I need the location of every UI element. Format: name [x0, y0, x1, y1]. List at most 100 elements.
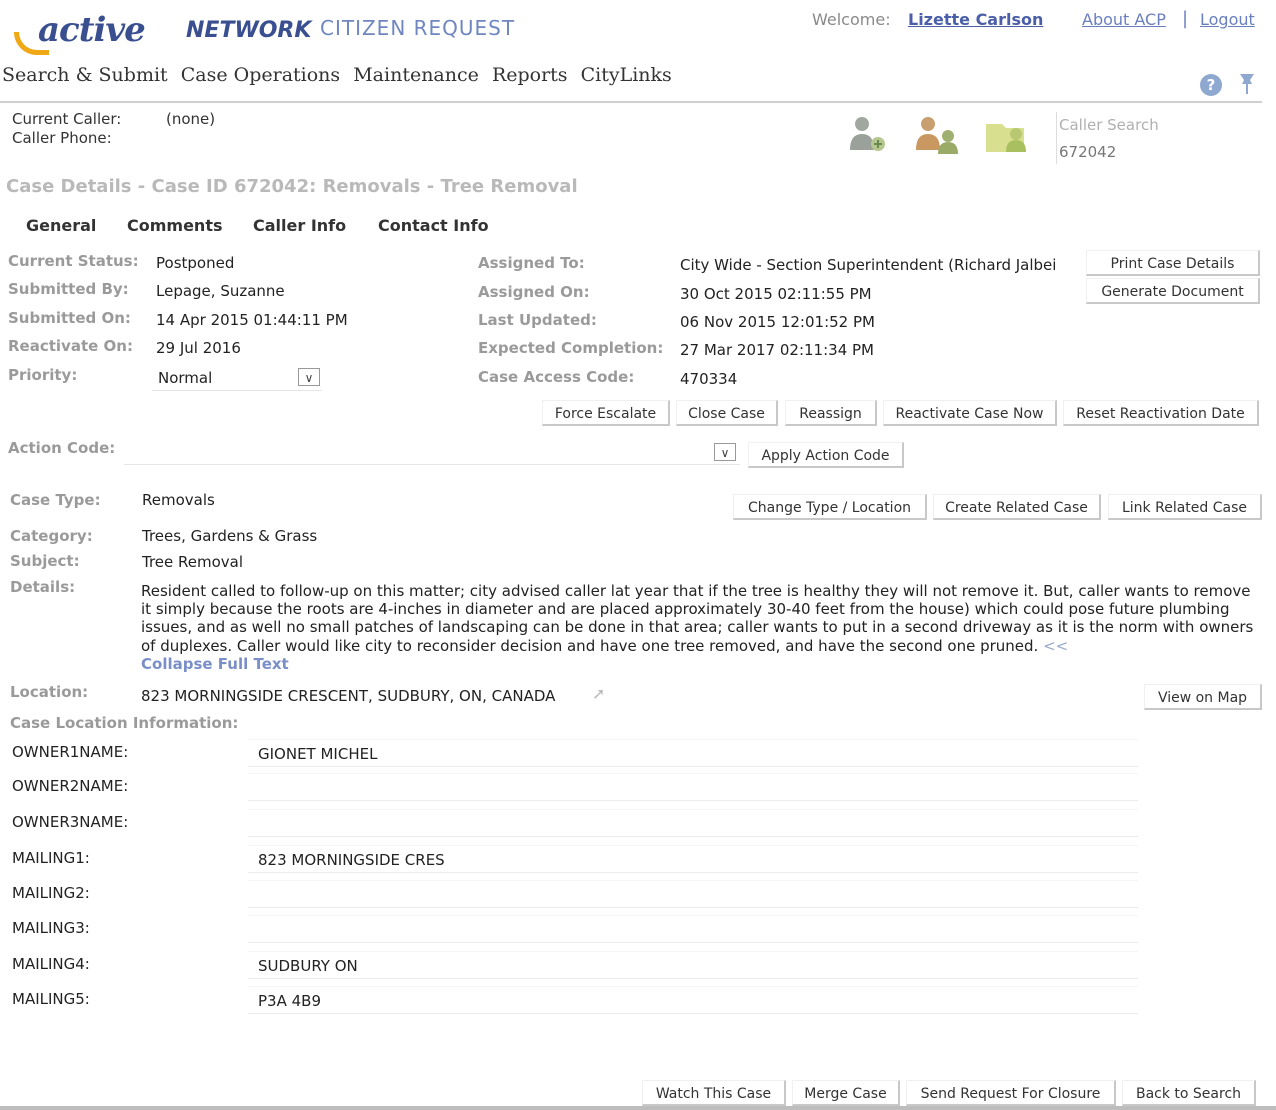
- watch-this-case-button[interactable]: Watch This Case: [642, 1080, 786, 1106]
- print-case-details-button[interactable]: Print Case Details: [1086, 250, 1260, 276]
- link-related-case-button[interactable]: Link Related Case: [1108, 494, 1262, 520]
- owner3name-field: [248, 809, 1138, 837]
- details-text: Resident called to follow-up on this mat…: [141, 582, 1261, 673]
- owner1name-field: [248, 739, 1138, 767]
- expected-completion-value: 27 Mar 2017 02:11:34 PM: [680, 341, 874, 359]
- pin-icon[interactable]: [1236, 70, 1258, 102]
- submitted-by-value: Lepage, Suzanne: [156, 282, 285, 300]
- reassign-button[interactable]: Reassign: [785, 400, 877, 426]
- force-escalate-button[interactable]: Force Escalate: [542, 400, 670, 426]
- back-to-search-button[interactable]: Back to Search: [1122, 1080, 1256, 1106]
- category-label: Category:: [10, 527, 93, 545]
- caller-phone-label: Caller Phone:: [12, 129, 112, 147]
- submitted-on-label: Submitted On:: [8, 309, 131, 327]
- assigned-on-label: Assigned On:: [478, 283, 590, 301]
- logo-active-text: active: [38, 10, 146, 50]
- active-network-logo: active NETWORK: [14, 8, 314, 55]
- about-acp-link[interactable]: About ACP: [1082, 10, 1166, 29]
- menu-item-citylinks[interactable]: CityLinks: [581, 64, 672, 86]
- current-caller-label: Current Caller:: [12, 110, 122, 128]
- tab-caller-info[interactable]: Caller Info: [253, 216, 346, 235]
- mailing1-value: 823 MORNINGSIDE CRES: [258, 851, 445, 869]
- expected-completion-label: Expected Completion:: [478, 339, 664, 357]
- welcome-label: Welcome:: [812, 10, 891, 29]
- bottom-divider: [0, 1106, 1276, 1110]
- generate-document-button[interactable]: Generate Document: [1086, 278, 1260, 304]
- chevron-down-icon[interactable]: ∨: [298, 368, 320, 386]
- location-label: Location:: [10, 683, 89, 701]
- owner2name-label: OWNER2NAME:: [12, 777, 129, 795]
- collapse-full-text-link[interactable]: Collapse Full Text: [141, 655, 289, 673]
- menu-item-case-operations[interactable]: Case Operations: [181, 64, 340, 86]
- apply-action-code-button[interactable]: Apply Action Code: [748, 442, 904, 468]
- caller-search-divider: [1056, 112, 1057, 164]
- menu-divider: [0, 101, 1262, 103]
- location-value: 823 MORNINGSIDE CRESCENT, SUDBURY, ON, C…: [141, 687, 556, 705]
- tab-contact-info[interactable]: Contact Info: [378, 216, 489, 235]
- mailing3-field: [248, 915, 1138, 943]
- tab-general[interactable]: General: [26, 216, 96, 235]
- caller-folder-icon[interactable]: [984, 114, 1026, 154]
- menu-item-reports[interactable]: Reports: [492, 64, 568, 86]
- assigned-to-value: City Wide - Section Superintendent (Rich…: [680, 256, 1057, 274]
- mailing2-label: MAILING2:: [12, 884, 90, 902]
- send-request-for-closure-button[interactable]: Send Request For Closure: [906, 1080, 1116, 1106]
- main-menu: Search & Submit Case Operations Maintena…: [2, 64, 679, 86]
- current-caller-value: (none): [166, 110, 216, 128]
- case-location-info-title: Case Location Information:: [10, 714, 239, 732]
- case-access-code-label: Case Access Code:: [478, 368, 635, 386]
- assigned-to-label: Assigned To:: [478, 254, 585, 272]
- mailing5-field: [248, 986, 1138, 1014]
- owner2name-field: [248, 773, 1138, 801]
- caller-search-placeholder[interactable]: Caller Search: [1059, 116, 1159, 134]
- subject-label: Subject:: [10, 552, 80, 570]
- logout-link[interactable]: Logout: [1200, 10, 1255, 29]
- mailing1-label: MAILING1:: [12, 849, 90, 867]
- submitted-on-value: 14 Apr 2015 01:44:11 PM: [156, 311, 348, 329]
- header-separator: |: [1182, 8, 1189, 29]
- view-on-map-button[interactable]: View on Map: [1144, 684, 1262, 710]
- case-access-code-value: 470334: [680, 370, 738, 388]
- details-label: Details:: [10, 578, 76, 596]
- tab-comments[interactable]: Comments: [127, 216, 223, 235]
- user-name-link[interactable]: Lizette Carlson: [908, 10, 1043, 29]
- chevron-down-icon[interactable]: ∨: [714, 443, 736, 461]
- subject-value: Tree Removal: [142, 553, 244, 571]
- caller-lookup-icon[interactable]: [848, 114, 885, 154]
- case-type-label: Case Type:: [10, 491, 101, 509]
- last-updated-label: Last Updated:: [478, 311, 597, 329]
- assigned-on-value: 30 Oct 2015 02:11:55 PM: [680, 285, 872, 303]
- new-caller-icon[interactable]: [914, 114, 958, 154]
- close-case-button[interactable]: Close Case: [676, 400, 778, 426]
- owner3name-label: OWNER3NAME:: [12, 813, 129, 831]
- merge-case-button[interactable]: Merge Case: [792, 1080, 900, 1106]
- menu-item-maintenance[interactable]: Maintenance: [353, 64, 479, 86]
- mailing5-label: MAILING5:: [12, 990, 90, 1008]
- priority-select[interactable]: Normal ∨: [152, 366, 322, 391]
- reactivate-on-value: 29 Jul 2016: [156, 339, 241, 357]
- details-value: Resident called to follow-up on this mat…: [141, 582, 1254, 655]
- collapse-arrows[interactable]: <<: [1043, 637, 1068, 655]
- action-code-label: Action Code:: [8, 439, 116, 457]
- last-updated-value: 06 Nov 2015 12:01:52 PM: [680, 313, 875, 331]
- logo-network-text: NETWORK: [186, 18, 312, 43]
- caller-search-value[interactable]: 672042: [1059, 143, 1116, 161]
- priority-label: Priority:: [8, 366, 78, 384]
- page-title: Case Details - Case ID 672042: Removals …: [6, 176, 578, 197]
- current-status-label: Current Status:: [8, 252, 139, 270]
- owner1name-value: GIONET MICHEL: [258, 745, 378, 763]
- menu-item-search-submit[interactable]: Search & Submit: [2, 64, 168, 86]
- help-icon[interactable]: ?: [1200, 74, 1222, 96]
- mailing4-label: MAILING4:: [12, 955, 90, 973]
- pushpin-icon[interactable]: ➚: [592, 684, 605, 703]
- mailing4-field: [248, 951, 1138, 979]
- reactivate-case-now-button[interactable]: Reactivate Case Now: [883, 400, 1057, 426]
- action-code-select[interactable]: ∨: [124, 440, 740, 465]
- mailing4-value: SUDBURY ON: [258, 957, 358, 975]
- owner1name-label: OWNER1NAME:: [12, 743, 129, 761]
- priority-value: Normal: [158, 369, 213, 387]
- change-type-location-button[interactable]: Change Type / Location: [733, 494, 927, 520]
- submitted-by-label: Submitted By:: [8, 280, 129, 298]
- reset-reactivation-date-button[interactable]: Reset Reactivation Date: [1063, 400, 1259, 426]
- create-related-case-button[interactable]: Create Related Case: [933, 494, 1101, 520]
